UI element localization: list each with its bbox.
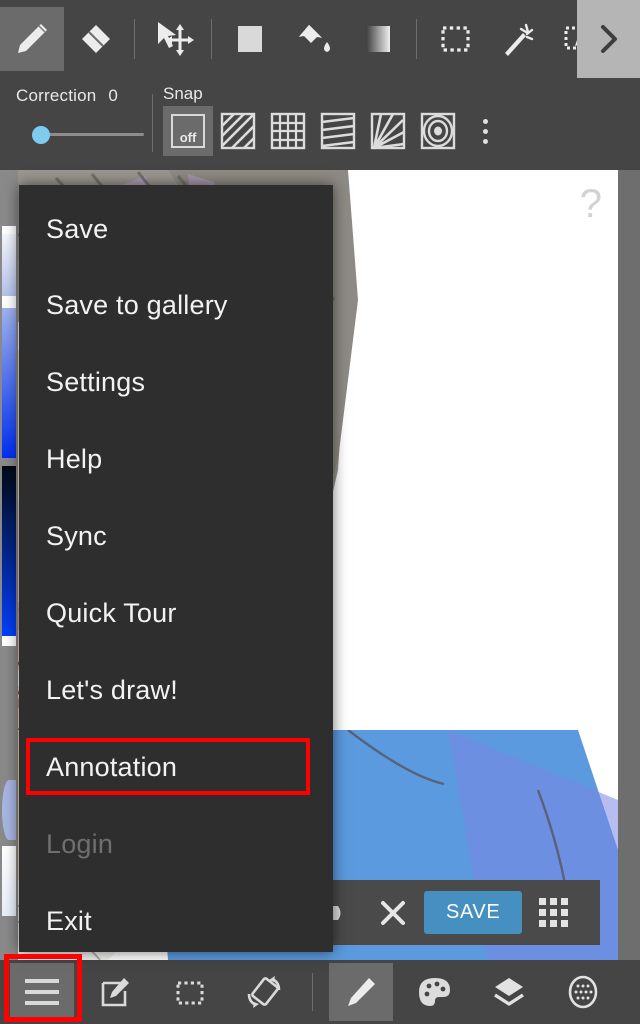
correction-label: Correction 0 (16, 86, 156, 106)
pencil-icon (344, 975, 378, 1009)
bottom-menu-button[interactable] (10, 963, 74, 1021)
snap-option-parallel[interactable] (213, 106, 263, 156)
bottom-brush-button[interactable] (329, 963, 393, 1021)
correction-slider-thumb[interactable] (32, 126, 50, 144)
dotted-select-icon (435, 19, 475, 59)
edit-square-icon (99, 975, 133, 1009)
menu-item-save[interactable]: Save (19, 199, 333, 259)
correction-value: 0 (108, 86, 118, 105)
top-toolbar (0, 0, 640, 78)
color-seg[interactable] (2, 234, 16, 296)
tool-bucket[interactable] (282, 7, 346, 71)
eraser-icon (76, 19, 116, 59)
color-seg[interactable] (2, 170, 16, 226)
tool-pen[interactable] (0, 7, 64, 71)
snap-option-horizontal[interactable] (313, 106, 363, 156)
color-seg[interactable] (2, 846, 16, 916)
snap-options-row: off (163, 106, 503, 156)
pencil-icon (12, 19, 52, 59)
snap-option-off[interactable]: off (163, 106, 213, 156)
toolbar-divider (211, 19, 212, 59)
toolbar-divider (134, 19, 135, 59)
bottom-rotate-button[interactable] (232, 963, 296, 1021)
rotate-screen-icon (246, 974, 282, 1010)
menu-item-quick-tour[interactable]: Quick Tour (19, 583, 333, 643)
dotted-select-icon (173, 975, 207, 1009)
menu-item-annotation[interactable]: Annotation (19, 737, 333, 797)
snap-off-icon: off (171, 114, 205, 148)
snap-grid-icon (269, 112, 307, 150)
close-x-icon (378, 898, 408, 928)
snap-label: Snap (163, 84, 503, 104)
texture-circle-icon (566, 975, 600, 1009)
menu-item-sync[interactable]: Sync (19, 506, 333, 566)
bottom-layers-button[interactable] (477, 963, 541, 1021)
bottom-materials-button[interactable] (551, 963, 615, 1021)
color-seg[interactable] (2, 466, 16, 636)
options-divider (152, 94, 153, 152)
correction-control: Correction 0 (16, 86, 156, 106)
snap-option-concentric[interactable] (413, 106, 463, 156)
more-grid-button[interactable] (522, 880, 584, 945)
snap-option-grid[interactable] (263, 106, 313, 156)
main-menu-panel: Save Save to gallery Settings Help Sync … (19, 185, 333, 952)
snap-concentric-icon (419, 112, 457, 150)
color-swatch-current[interactable] (2, 780, 16, 840)
hamburger-menu-icon (25, 979, 59, 983)
save-button[interactable]: SAVE (424, 891, 522, 934)
vertical-dots-icon (483, 119, 488, 124)
tool-magic-wand[interactable] (487, 7, 551, 71)
tool-select[interactable] (423, 7, 487, 71)
right-panel-expand-button[interactable] (577, 0, 640, 78)
grid-dots-icon (539, 898, 568, 927)
bottom-toolbar-divider (312, 973, 313, 1011)
bottom-color-button[interactable] (403, 963, 467, 1021)
menu-item-save-to-gallery[interactable]: Save to gallery (19, 275, 333, 335)
menu-item-settings[interactable]: Settings (19, 352, 333, 412)
menu-item-login: Login (19, 814, 333, 874)
magic-wand-icon (499, 19, 539, 59)
menu-item-lets-draw[interactable]: Let's draw! (19, 660, 333, 720)
color-seg[interactable] (2, 296, 16, 308)
menu-item-help[interactable]: Help (19, 429, 333, 489)
paint-bucket-icon (293, 18, 335, 60)
snap-control: Snap off (163, 84, 503, 156)
color-seg[interactable] (2, 916, 16, 960)
palette-icon (418, 975, 452, 1009)
bottom-selection-button[interactable] (158, 963, 222, 1021)
save-action-bar: SAVE (300, 880, 600, 945)
snap-overflow-button[interactable] (467, 106, 503, 156)
snap-radial-icon (369, 112, 407, 150)
app-root: ? (0, 0, 640, 1024)
help-question-icon[interactable]: ? (580, 184, 602, 224)
bottom-edit-button[interactable] (84, 963, 148, 1021)
options-toolbar: Correction 0 Snap off (0, 78, 640, 170)
color-seg[interactable] (2, 226, 16, 234)
bottom-toolbar (0, 960, 640, 1024)
filled-square-icon (230, 19, 270, 59)
tool-eraser[interactable] (64, 7, 128, 71)
snap-option-radial[interactable] (363, 106, 413, 156)
correction-slider-track[interactable] (40, 133, 144, 136)
move-cursor-icon (152, 18, 194, 60)
correction-text: Correction (16, 86, 96, 105)
tool-gradient[interactable] (346, 7, 410, 71)
tool-fill-rect[interactable] (218, 7, 282, 71)
color-seg[interactable] (2, 636, 16, 646)
color-seg[interactable] (2, 458, 16, 466)
tool-move[interactable] (141, 7, 205, 71)
color-picker-strip[interactable] (0, 170, 18, 960)
toolbar-divider (416, 19, 417, 59)
snap-horizontal-icon (319, 112, 357, 150)
gradient-icon (358, 19, 398, 59)
chevron-right-icon (595, 22, 623, 56)
layers-icon (492, 975, 526, 1009)
menu-item-exit[interactable]: Exit (19, 891, 333, 951)
color-seg[interactable] (2, 308, 16, 458)
snap-parallel-icon (219, 112, 257, 150)
close-button[interactable] (362, 880, 424, 945)
